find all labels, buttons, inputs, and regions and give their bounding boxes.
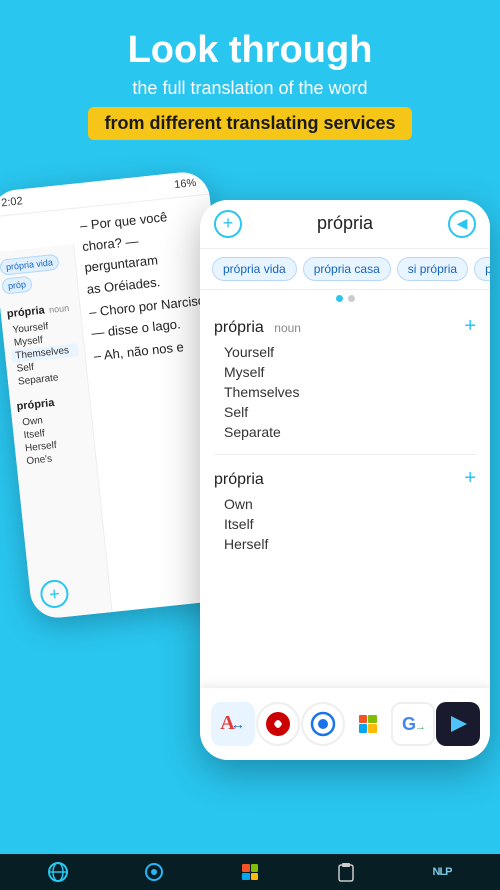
back-add-button[interactable]: + <box>39 578 70 609</box>
word-1-add-button[interactable]: + <box>464 315 476 338</box>
front-audio-button[interactable]: ◀ <box>448 210 476 238</box>
word-section-2: própria + Own Itself Herself <box>200 459 490 562</box>
source-svg <box>445 711 471 737</box>
lingvo-app-icon[interactable] <box>256 702 300 746</box>
word-1-main: própria <box>214 319 264 336</box>
back-line-1: – Por que você chora? — perguntaram <box>79 203 209 278</box>
hero-title: Look through <box>20 30 480 72</box>
word-2-add-button[interactable]: + <box>464 467 476 490</box>
translation-separate: Separate <box>224 422 476 442</box>
chips-row: própria vida própria casa si própria pró… <box>200 249 490 290</box>
taskbar-browser-icon[interactable] <box>45 859 71 885</box>
sidebar-chips: própria vida próp <box>0 252 73 294</box>
word-section-2-title: própria <box>214 471 264 489</box>
google-translate-app-icon[interactable]: G → <box>391 702 435 746</box>
status-time: 2:02 <box>1 195 24 209</box>
section-divider <box>214 454 476 455</box>
source-app-icon[interactable] <box>436 702 480 746</box>
dot-2 <box>348 295 355 302</box>
word-section-1-title: própria noun <box>214 319 301 337</box>
translation-herself: Herself <box>224 534 476 554</box>
front-header-word: própria <box>317 213 373 234</box>
circle-app-icon[interactable] <box>301 702 345 746</box>
phone-front: + própria ◀ própria vida própria casa si… <box>200 200 490 760</box>
word-2-translations: Own Itself Herself <box>214 494 476 554</box>
chip-propria-c[interactable]: própria c <box>474 257 490 281</box>
taskbar-clipboard-icon[interactable] <box>333 859 359 885</box>
sidebar-word1-pos: noun <box>49 303 70 315</box>
taskbar-nlp-icon[interactable]: NLP <box>429 859 455 885</box>
translation-themselves: Themselves <box>224 382 476 402</box>
chip-propria-casa[interactable]: própria casa <box>303 257 391 281</box>
circle-svg <box>309 710 337 738</box>
translation-own: Own <box>224 494 476 514</box>
sidebar-word2-title: própria <box>16 397 55 413</box>
lingvo-svg <box>264 710 292 738</box>
word-section-1: própria noun + Yourself Myself Themselve… <box>200 307 490 450</box>
svg-text:G: G <box>402 714 416 734</box>
svg-text:→: → <box>415 721 426 733</box>
chip-propria-vida[interactable]: própria vida <box>212 257 297 281</box>
dot-1 <box>336 295 343 302</box>
bottom-app-bar: A ↔ <box>200 688 490 760</box>
chip-si-propria[interactable]: si própria <box>397 257 468 281</box>
hero-subtitle: the full translation of the word <box>20 78 480 99</box>
sidebar-word1-list: Yourself Myself Themselves Self Separate <box>8 317 81 389</box>
reverso-app-icon[interactable]: A ↔ <box>211 702 255 746</box>
taskbar-circle-icon[interactable] <box>141 859 167 885</box>
taskbar: NLP <box>0 854 500 890</box>
translation-itself: Itself <box>224 514 476 534</box>
front-add-button[interactable]: + <box>214 210 242 238</box>
sidebar-chip-1[interactable]: própria vida <box>0 254 60 276</box>
translation-yourself: Yourself <box>224 342 476 362</box>
sidebar-word2-list: Own Itself Herself One's <box>18 410 90 469</box>
sidebar-chip-2[interactable]: próp <box>1 275 33 294</box>
word-section-2-header: própria + <box>214 467 476 490</box>
front-header: + própria ◀ <box>200 200 490 249</box>
word-2-main: própria <box>214 471 264 488</box>
phones-area: 2:02 16% própria vida próp própria noun … <box>0 160 500 770</box>
word-1-translations: Yourself Myself Themselves Self Separate <box>214 342 476 442</box>
sidebar-word1-title: própria <box>6 304 45 320</box>
windows-logo <box>359 715 377 733</box>
dots-indicator <box>200 290 490 307</box>
sidebar-word2: própria Own Itself Herself One's <box>13 386 92 473</box>
status-battery: 16% <box>174 177 197 191</box>
hero-highlight: from different translating services <box>88 107 411 140</box>
sidebar-word1: própria noun Yourself Myself Themselves … <box>4 293 84 393</box>
gtranslate-svg: G → <box>399 710 427 738</box>
windows-app-icon[interactable] <box>346 702 390 746</box>
translation-self: Self <box>224 402 476 422</box>
hero-section: Look through the full translation of the… <box>0 0 500 150</box>
translation-myself: Myself <box>224 362 476 382</box>
word-1-pos: noun <box>274 321 301 335</box>
word-section-1-header: própria noun + <box>214 315 476 338</box>
taskbar-windows-icon[interactable] <box>237 859 263 885</box>
